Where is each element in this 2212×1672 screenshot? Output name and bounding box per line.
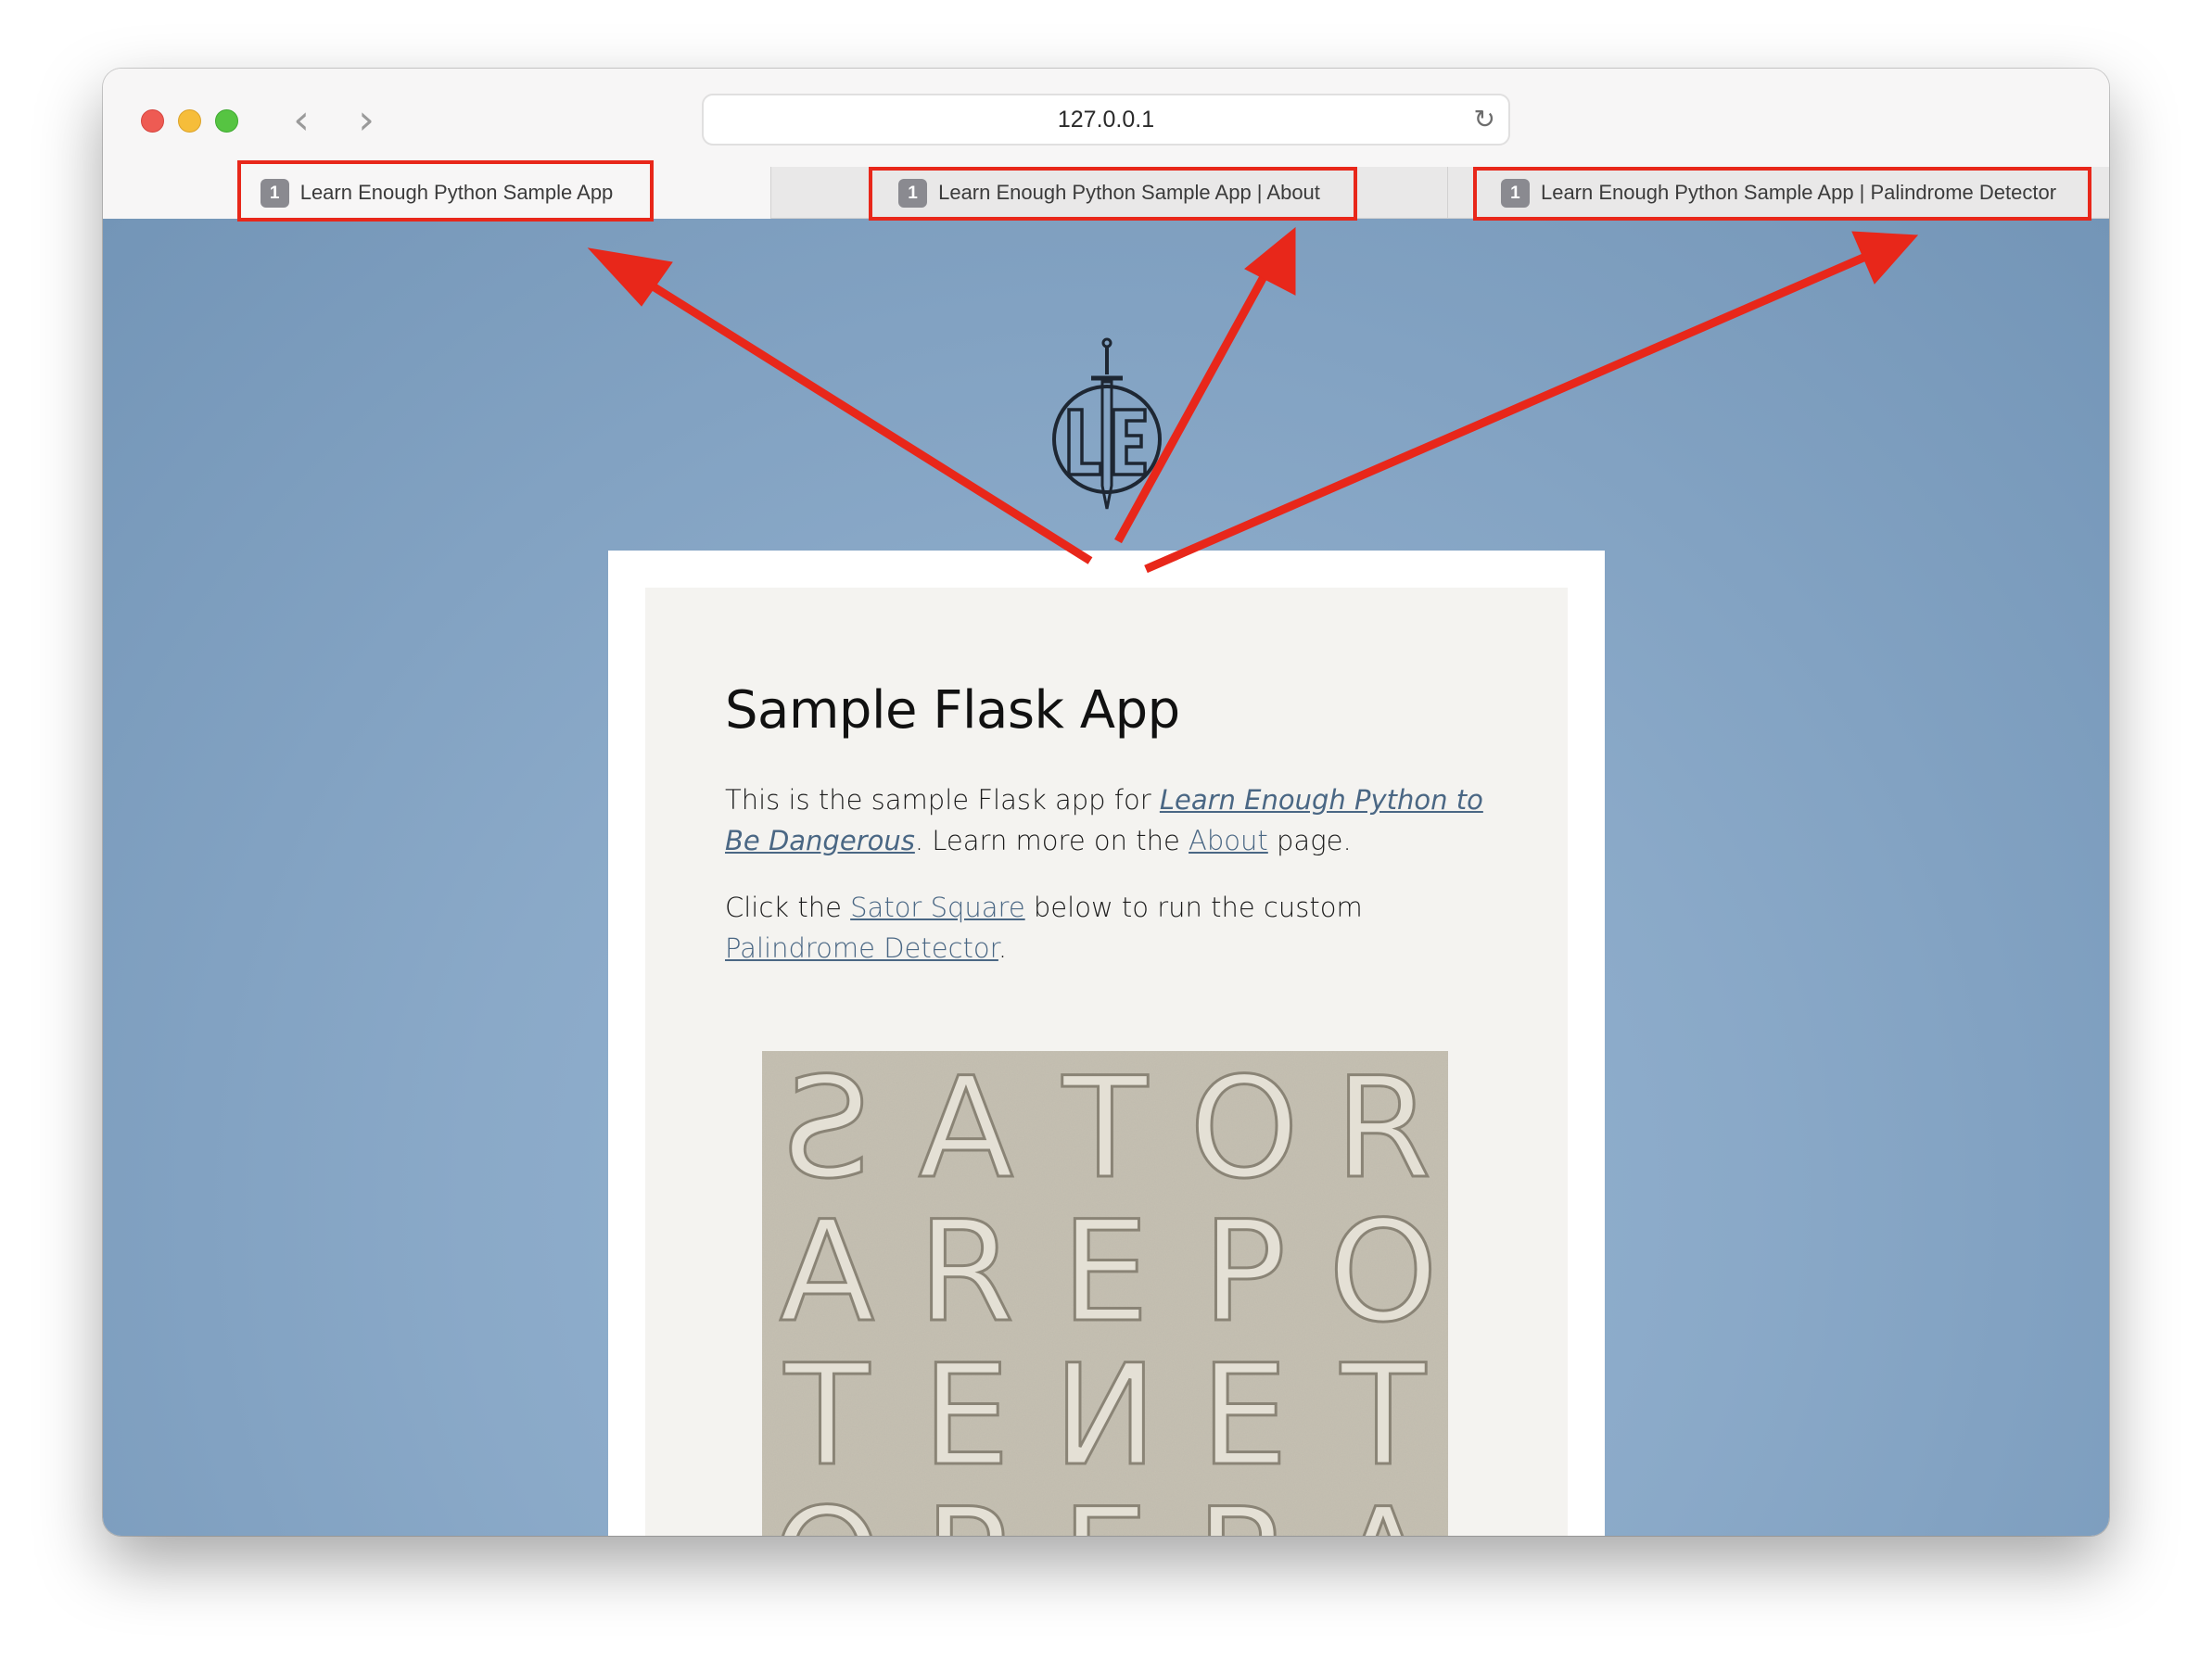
- close-window-button[interactable]: [141, 109, 164, 133]
- sator-square-link[interactable]: Sator Square: [850, 892, 1025, 923]
- sator-letter: O: [1189, 1051, 1299, 1210]
- sator-letter: E: [1062, 1479, 1150, 1536]
- sator-letter: O: [772, 1479, 882, 1536]
- le-logo-icon[interactable]: [1047, 337, 1167, 513]
- sator-letter: S: [782, 1051, 871, 1210]
- tab-about[interactable]: 1 Learn Enough Python Sample App | About: [770, 167, 1447, 219]
- sator-letter: R: [1196, 1479, 1292, 1536]
- tab-label: Learn Enough Python Sample App: [299, 181, 614, 204]
- back-button[interactable]: ‹: [283, 98, 320, 143]
- sator-letter: T: [1062, 1051, 1149, 1210]
- content-card: Sample Flask App This is the sample Flas…: [608, 551, 1605, 1536]
- sator-letter: T: [783, 1336, 871, 1497]
- sator-mid: below to run the custom: [1024, 892, 1363, 923]
- sator-prefix: Click the: [725, 892, 851, 923]
- chevron-right-icon: ›: [358, 96, 375, 144]
- sator-letter: P: [1202, 1192, 1286, 1353]
- sator-letter: O: [1328, 1192, 1438, 1353]
- about-link[interactable]: About: [1189, 825, 1268, 856]
- intro-paragraph: This is the sample Flask app for Learn E…: [725, 779, 1486, 861]
- sator-letter: N: [1053, 1336, 1157, 1497]
- sator-paragraph: Click the Sator Square below to run the …: [725, 887, 1486, 969]
- tab-label: Learn Enough Python Sample App | Palindr…: [1540, 181, 2057, 204]
- sator-letter: E: [1062, 1192, 1150, 1353]
- tab-badge: 1: [260, 178, 289, 208]
- sator-square-image[interactable]: S A T O R A R E P O T E N E T: [762, 1051, 1448, 1536]
- sator-letter: R: [918, 1192, 1014, 1353]
- page-content: Sample Flask App This is the sample Flas…: [103, 219, 2109, 1536]
- address-bar[interactable]: 127.0.0.1 ↻: [702, 94, 1510, 146]
- palindrome-detector-link[interactable]: Palindrome Detector: [725, 932, 998, 964]
- page-title: Sample Flask App: [725, 680, 1180, 741]
- sator-letter: A: [1336, 1479, 1431, 1536]
- tab-badge: 1: [898, 178, 928, 208]
- tab-badge: 1: [1500, 178, 1530, 208]
- intro-mid: . Learn more on the: [914, 825, 1189, 856]
- reload-icon[interactable]: ↻: [1474, 95, 1495, 144]
- sator-letter: R: [1335, 1051, 1431, 1210]
- sator-letter: E: [922, 1336, 1011, 1497]
- address-text: 127.0.0.1: [1057, 107, 1155, 133]
- minimize-window-button[interactable]: [178, 109, 201, 133]
- browser-toolbar: ‹ › 127.0.0.1 ↻: [103, 69, 2109, 167]
- zoom-window-button[interactable]: [215, 109, 238, 133]
- tab-label: Learn Enough Python Sample App | About: [938, 181, 1320, 204]
- tab-palindrome[interactable]: 1 Learn Enough Python Sample App | Palin…: [1447, 167, 2109, 219]
- forward-button[interactable]: ›: [348, 98, 385, 143]
- tab-home[interactable]: 1 Learn Enough Python Sample App: [103, 167, 770, 219]
- chevron-left-icon: ‹: [293, 96, 310, 144]
- sator-letter: A: [780, 1192, 875, 1353]
- intro-suffix: page.: [1267, 825, 1352, 856]
- browser-window: ‹ › 127.0.0.1 ↻ 1 Learn Enough Python Sa…: [103, 69, 2109, 1536]
- tab-bar: 1 Learn Enough Python Sample App 1 Learn…: [103, 167, 2109, 219]
- sator-suffix: .: [998, 932, 1008, 964]
- intro-prefix: This is the sample Flask app for: [725, 784, 1160, 816]
- sator-letter: A: [919, 1051, 1014, 1210]
- sator-letter: P: [924, 1479, 1008, 1536]
- sator-letter: E: [1201, 1336, 1289, 1497]
- sator-letter: T: [1340, 1336, 1427, 1497]
- card-body: Sample Flask App This is the sample Flas…: [645, 588, 1568, 1536]
